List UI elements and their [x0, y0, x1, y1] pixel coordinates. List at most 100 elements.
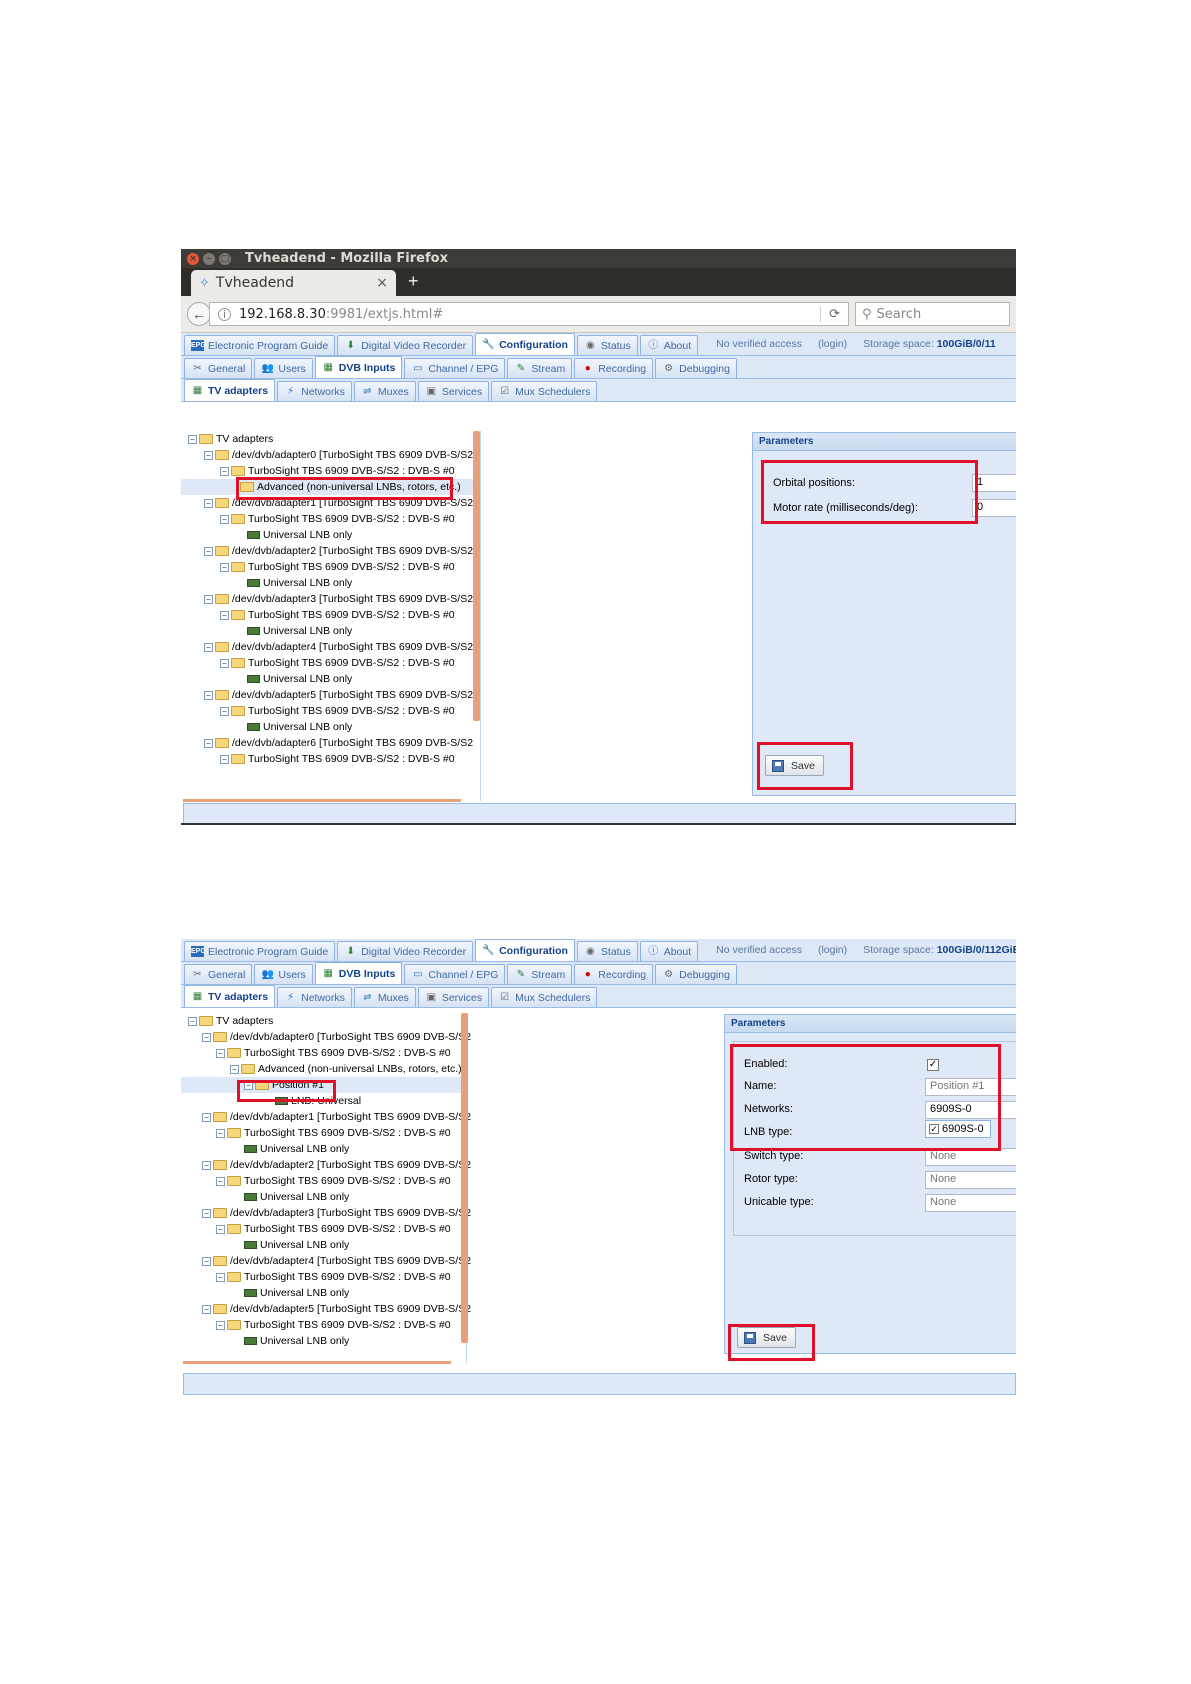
tree-node-lnb[interactable]: Universal LNB only	[188, 1189, 466, 1205]
tab-muxes[interactable]: ⇌ Muxes	[353, 987, 416, 1007]
collapse-icon[interactable]: −	[204, 594, 213, 604]
maximize-window-icon[interactable]: □	[219, 252, 231, 265]
tree-node-lnb[interactable]: Universal LNB only	[188, 575, 480, 591]
enabled-checkbox[interactable]: ✓	[927, 1059, 939, 1071]
collapse-icon[interactable]: −	[188, 434, 197, 444]
collapse-icon[interactable]: −	[220, 658, 229, 668]
tree-node-adapter[interactable]: − /dev/dvb/adapter4 [TurboSight TBS 6909 …	[188, 639, 480, 655]
tree-node-lnb[interactable]: Universal LNB only	[188, 671, 480, 687]
tree-node-frontend[interactable]: − TurboSight TBS 6909 DVB-S/S2 : DVB-S #0	[188, 511, 480, 527]
switch-type-select[interactable]: None	[925, 1148, 1016, 1166]
tab-about[interactable]: ⓘ About	[639, 335, 699, 355]
tree-node-advanced[interactable]: Advanced (non-universal LNBs, rotors, et…	[181, 479, 480, 495]
tab-channel-epg[interactable]: ▭ Channel / EPG	[404, 358, 506, 378]
collapse-icon[interactable]: −	[244, 1080, 253, 1090]
collapse-icon[interactable]: −	[204, 738, 213, 748]
tree-node-advanced[interactable]: − Advanced (non-universal LNBs, rotors, e…	[188, 1061, 466, 1077]
new-tab-button[interactable]: +	[408, 271, 419, 292]
tab-users[interactable]: 👥 Users	[254, 964, 313, 984]
tree-node-root[interactable]: − TV adapters	[188, 431, 480, 447]
tree-scrollbar[interactable]	[461, 1013, 468, 1343]
search-input[interactable]: ⚲ Search	[855, 302, 1010, 326]
tree-node-adapter[interactable]: − /dev/dvb/adapter3 [TurboSight TBS 6909 …	[188, 591, 480, 607]
collapse-icon[interactable]: −	[220, 514, 229, 524]
collapse-icon[interactable]: −	[220, 754, 229, 764]
tab-networks[interactable]: ⚡ Networks	[277, 381, 352, 401]
tab-services[interactable]: ▣ Services	[417, 987, 490, 1007]
tab-epg[interactable]: EPG Electronic Program Guide	[184, 335, 336, 355]
close-window-icon[interactable]: ×	[187, 252, 199, 265]
collapse-icon[interactable]: −	[220, 706, 229, 716]
rotor-type-select[interactable]: None	[925, 1171, 1016, 1189]
tab-stream[interactable]: ✎ Stream	[507, 964, 573, 984]
tree-node-lnb[interactable]: Universal LNB only	[188, 527, 480, 543]
collapse-icon[interactable]: −	[204, 642, 213, 652]
browser-tab-tvheadend[interactable]: ✧ Tvheadend ×	[191, 270, 396, 296]
tree-node-adapter[interactable]: − /dev/dvb/adapter3 [TurboSight TBS 6909 …	[188, 1205, 471, 1221]
tree-scrollbar[interactable]	[473, 431, 480, 721]
networks-option[interactable]: ✓ 6909S-0	[925, 1120, 991, 1138]
tree-node-frontend[interactable]: − TurboSight TBS 6909 DVB-S/S2 : DVB-S #0	[188, 1269, 466, 1285]
collapse-icon[interactable]: −	[220, 562, 229, 572]
collapse-icon[interactable]: −	[188, 1016, 197, 1026]
tab-mux-schedulers[interactable]: ☑ Mux Schedulers	[491, 987, 598, 1007]
motor-rate-input[interactable]: 0	[972, 499, 1016, 517]
tree-node-adapter[interactable]: − /dev/dvb/adapter5 [TurboSight TBS 6909 …	[188, 1301, 471, 1317]
tree-node-lnb[interactable]: Universal LNB only	[188, 1285, 466, 1301]
tab-mux-schedulers[interactable]: ☑ Mux Schedulers	[491, 381, 598, 401]
orbital-positions-input[interactable]: 1	[972, 474, 1016, 492]
tree-node-adapter[interactable]: − /dev/dvb/adapter4 [TurboSight TBS 6909 …	[188, 1253, 471, 1269]
tab-networks[interactable]: ⚡ Networks	[277, 987, 352, 1007]
collapse-icon[interactable]: −	[202, 1160, 211, 1170]
collapse-icon[interactable]: −	[216, 1320, 225, 1330]
tab-about[interactable]: ⓘ About	[639, 941, 699, 961]
tree-node-adapter[interactable]: − /dev/dvb/adapter5 [TurboSight TBS 6909 …	[188, 687, 480, 703]
tree-node-lnb[interactable]: Universal LNB only	[188, 1237, 466, 1253]
tab-dvr[interactable]: ⬇ Digital Video Recorder	[337, 941, 474, 961]
tree-node-frontend[interactable]: − TurboSight TBS 6909 DVB-S/S2 : DVB-S #0	[188, 1317, 466, 1333]
collapse-icon[interactable]: −	[202, 1256, 211, 1266]
reload-icon[interactable]: ⟳	[820, 306, 848, 322]
close-tab-icon[interactable]: ×	[376, 275, 388, 291]
collapse-icon[interactable]: −	[216, 1048, 225, 1058]
tab-general[interactable]: ✂ General	[184, 964, 253, 984]
tree-node-adapter[interactable]: − /dev/dvb/adapter0 [TurboSight TBS 6909 …	[188, 447, 480, 463]
tab-debugging[interactable]: ⚙ Debugging	[655, 358, 737, 378]
tab-status[interactable]: ◉ Status	[576, 335, 638, 355]
tree-node-frontend[interactable]: − TurboSight TBS 6909 DVB-S/S2 : DVB-S #0	[188, 1173, 466, 1189]
url-bar[interactable]: i 192.168.8.30 :9981/extjs.html# ⟳	[209, 302, 849, 326]
tab-configuration[interactable]: 🔧 Configuration	[475, 333, 575, 355]
tree-node-adapter[interactable]: − /dev/dvb/adapter0 [TurboSight TBS 6909 …	[188, 1029, 471, 1045]
collapse-icon[interactable]: −	[220, 466, 229, 476]
collapse-icon[interactable]: −	[202, 1304, 211, 1314]
tree-node-frontend[interactable]: − TurboSight TBS 6909 DVB-S/S2 : DVB-S #0	[188, 751, 480, 767]
tab-recording[interactable]: ● Recording	[574, 964, 654, 984]
tree-node-adapter[interactable]: − /dev/dvb/adapter2 [TurboSight TBS 6909 …	[188, 1157, 471, 1173]
tree-node-lnb[interactable]: Universal LNB only	[188, 1333, 466, 1349]
tab-services[interactable]: ▣ Services	[417, 381, 490, 401]
collapse-icon[interactable]: −	[216, 1272, 225, 1282]
collapse-icon[interactable]: −	[220, 610, 229, 620]
collapse-icon[interactable]: −	[204, 690, 213, 700]
tree-node-lnb[interactable]: Universal LNB only	[188, 623, 480, 639]
tab-tv-adapters[interactable]: ▦ TV adapters	[184, 985, 276, 1007]
login-link[interactable]: (login)	[818, 944, 847, 956]
tab-debugging[interactable]: ⚙ Debugging	[655, 964, 737, 984]
tab-epg[interactable]: EPG Electronic Program Guide	[184, 941, 336, 961]
tree-node-lnb[interactable]: LNB: Universal	[188, 1093, 466, 1109]
collapse-icon[interactable]: −	[202, 1032, 211, 1042]
tab-status[interactable]: ◉ Status	[576, 941, 638, 961]
info-icon[interactable]: i	[218, 307, 231, 321]
tree-node-adapter[interactable]: − /dev/dvb/adapter2 [TurboSight TBS 6909 …	[188, 543, 480, 559]
tree-horizontal-scrollbar[interactable]	[183, 799, 461, 802]
collapse-icon[interactable]: −	[202, 1208, 211, 1218]
tab-dvr[interactable]: ⬇ Digital Video Recorder	[337, 335, 474, 355]
networks-select[interactable]: 6909S-0	[925, 1101, 1016, 1119]
tab-users[interactable]: 👥 Users	[254, 358, 313, 378]
collapse-icon[interactable]: −	[230, 1064, 239, 1074]
save-button[interactable]: Save	[765, 755, 824, 776]
collapse-icon[interactable]: −	[204, 498, 213, 508]
tab-dvb-inputs[interactable]: ▦ DVB Inputs	[314, 962, 403, 984]
login-link[interactable]: (login)	[818, 338, 847, 350]
tree-node-lnb[interactable]: Universal LNB only	[188, 1141, 466, 1157]
